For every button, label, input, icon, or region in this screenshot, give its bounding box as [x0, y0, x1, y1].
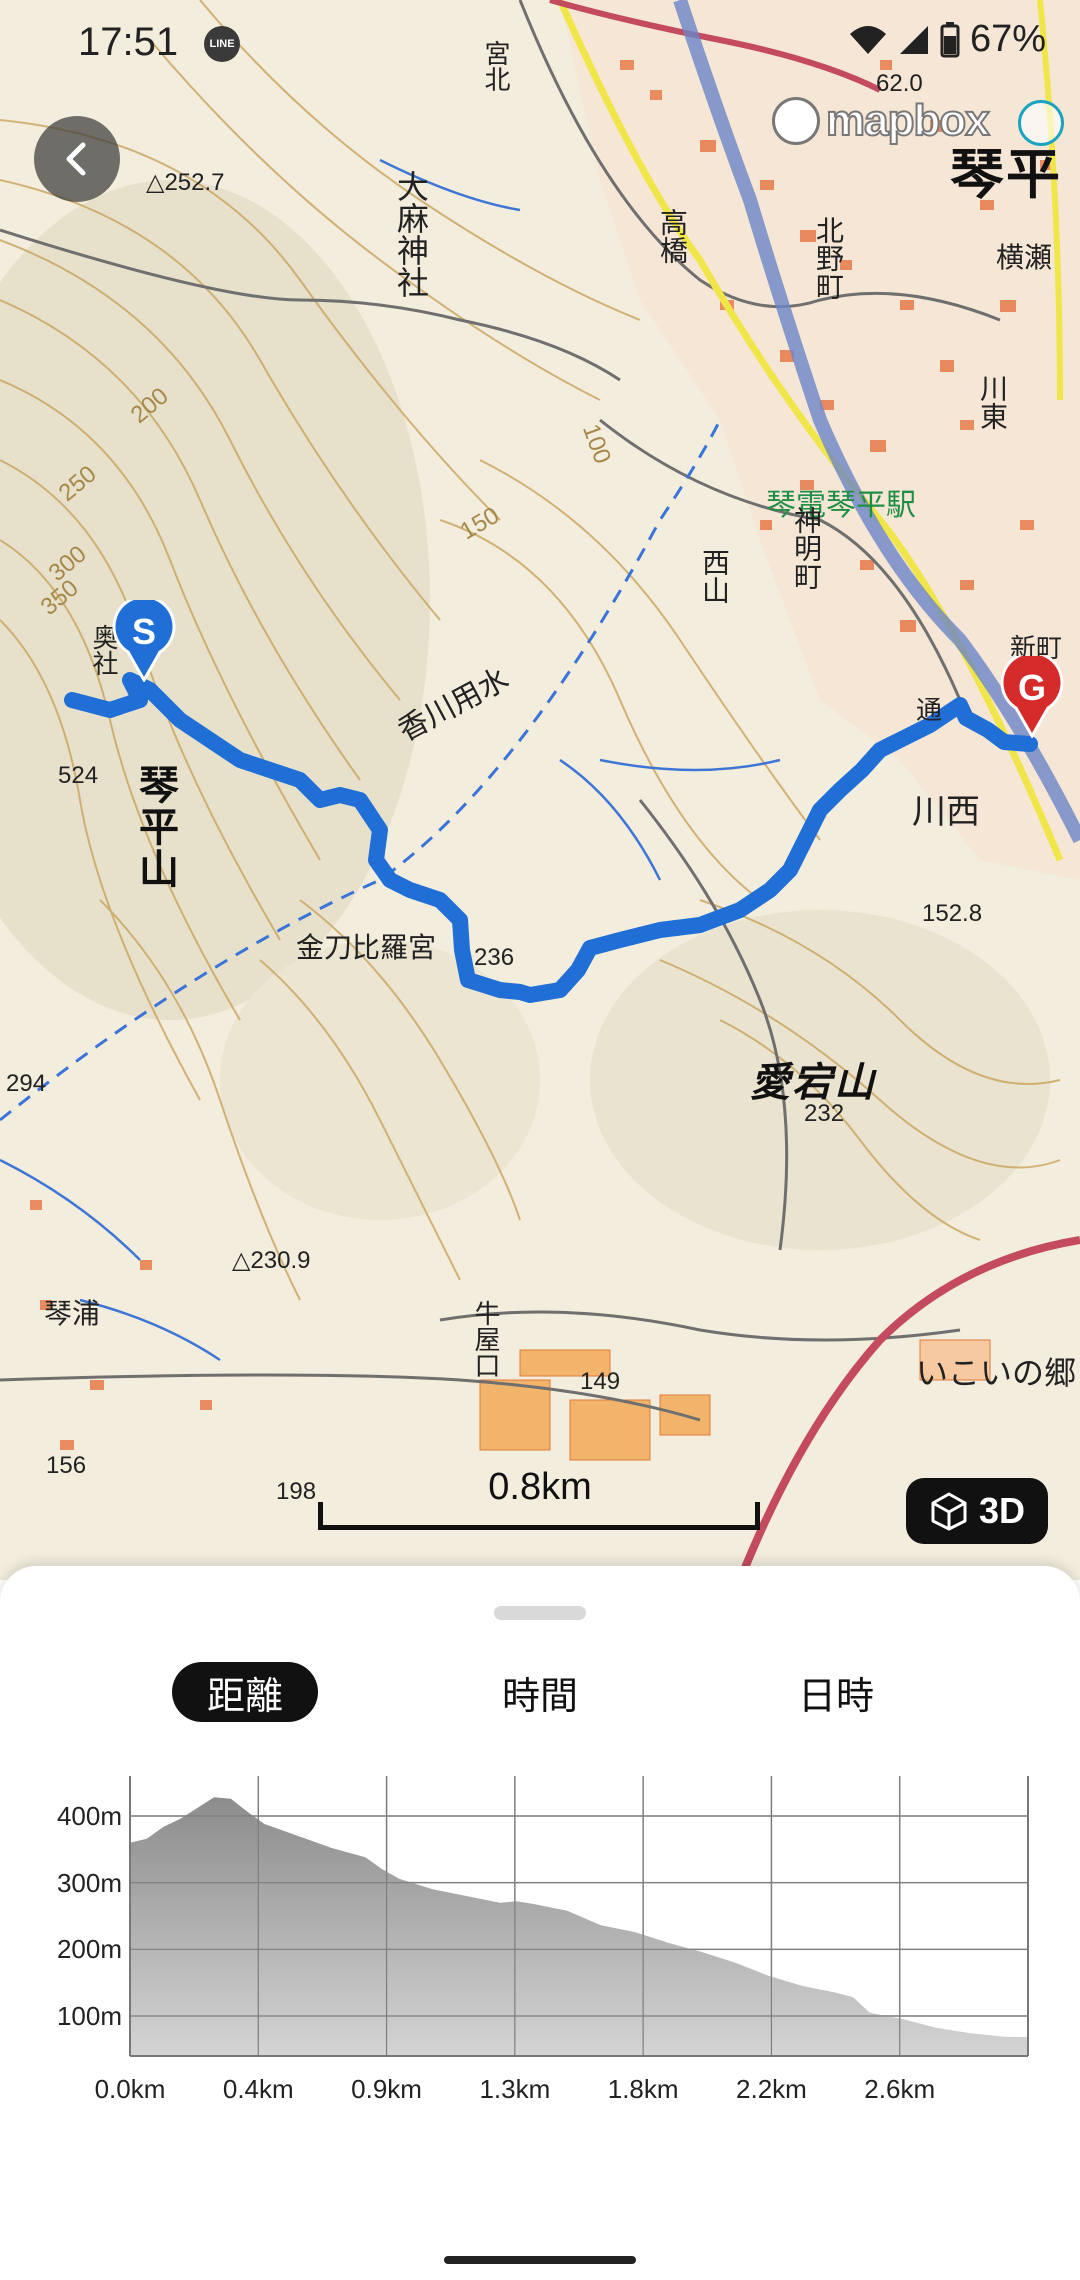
map-label-kotohira-yama: 琴平山 [133, 764, 177, 890]
elevation-label: 232 [804, 1100, 845, 1127]
goal-marker[interactable]: G [1000, 651, 1064, 743]
elevation-chart[interactable]: 400m 300m 200m 100m 0.0km 0.4km 0.9km 1.3km 1.8… [0, 1766, 1080, 2186]
map-label-ikoi-no-sato: いこいの郷 [916, 1355, 1077, 1391]
mapbox-logo-text: mapbox [825, 95, 991, 146]
3d-button-label: 3D [978, 1490, 1026, 1531]
map-label-konpira-gu: 金刀比羅宮 [296, 932, 437, 963]
svg-text:S: S [132, 611, 156, 652]
map-label-shinmei-machi: 神明町 [791, 506, 822, 590]
elevation-label: 198 [276, 1478, 317, 1505]
map-label-kotoura: 琴浦 [44, 1298, 101, 1329]
x-tick-label: 0.9km [351, 2074, 422, 2104]
home-indicator[interactable] [444, 2256, 636, 2264]
elevation-label: 149 [580, 1368, 621, 1395]
elevation-label: 156 [46, 1452, 87, 1479]
bottom-sheet: 距離 時間 日時 400m 300m 200m 100m 0.0km 0.4km 0.9k… [0, 1566, 1080, 2280]
x-tick-label: 2.6km [864, 2074, 936, 2104]
map-view[interactable]: 大麻神社 琴平山 愛宕山 川西 いこいの郷 琴電琴平駅 香川用水 金刀比羅宮 琴… [0, 0, 1080, 1580]
map-label-kitano-machi: 北野町 [813, 216, 844, 300]
status-time: 17:51 [78, 20, 179, 64]
mapbox-attribution[interactable]: mapbox [772, 95, 991, 146]
elevation-label: △252.7 [146, 169, 225, 196]
cube-icon [931, 1492, 967, 1531]
battery-percent: 67% [969, 18, 1046, 60]
map-label-miyakita: 宮北 [481, 40, 511, 92]
x-tick-label: 0.0km [94, 2074, 166, 2104]
y-tick-label: 200m [56, 1934, 122, 1965]
y-tick-label: 100m [56, 2001, 122, 2031]
scale-bar [318, 1502, 760, 1530]
start-marker[interactable]: S [112, 595, 176, 687]
chevron-left-icon [66, 142, 86, 176]
signal-icon [899, 25, 928, 54]
mapbox-logo-icon [772, 97, 820, 145]
x-tick-label: 2.2km [736, 2074, 807, 2104]
wifi-icon [849, 25, 886, 54]
back-button[interactable] [34, 116, 120, 202]
map-label-kawanishi: 川西 [912, 793, 980, 831]
line-app-icon: LINE [204, 26, 240, 62]
tab-distance[interactable]: 距離 [172, 1662, 318, 1722]
sheet-drag-handle[interactable] [494, 1606, 586, 1620]
map-label-yashiroguchi: 牛屋口 [471, 1300, 501, 1378]
svg-text:G: G [1018, 667, 1046, 708]
elevation-label: △230.9 [232, 1247, 311, 1274]
battery-icon [940, 21, 960, 57]
map-label-dori: 通 [916, 695, 943, 725]
map-label-omahijinja: 大麻神社 [393, 170, 429, 298]
tab-datetime[interactable]: 日時 [766, 1662, 906, 1722]
start-pin-icon: S [112, 595, 176, 684]
elevation-chart-svg [129, 1776, 1029, 2057]
elevation-label: 236 [474, 944, 515, 971]
map-label-nishiyama: 西山 [699, 548, 730, 604]
x-tick-label: 0.4km [222, 2074, 294, 2104]
elevation-label: 524 [58, 762, 99, 789]
tab-time[interactable]: 時間 [470, 1662, 610, 1722]
x-tick-label: 1.8km [607, 2074, 679, 2104]
status-icons: 67% [848, 18, 1046, 61]
compass-icon[interactable] [1018, 100, 1064, 146]
x-tick-label: 1.3km [479, 2074, 551, 2104]
elevation-area [130, 1797, 1028, 2056]
y-tick-label: 400m [56, 1801, 122, 1831]
map-label-kawahigashi: 川東 [977, 374, 1008, 430]
goal-pin-icon: G [1000, 651, 1064, 740]
map-label-yokose: 横瀬 [996, 242, 1053, 273]
map-label-takahashi: 高橋 [657, 208, 688, 264]
elevation-label: 152.8 [922, 900, 983, 927]
3d-toggle-button[interactable]: 3D [906, 1478, 1048, 1544]
elevation-label: 294 [6, 1070, 47, 1097]
y-tick-label: 300m [56, 1867, 122, 1898]
elevation-label: 62.0 [876, 70, 923, 97]
